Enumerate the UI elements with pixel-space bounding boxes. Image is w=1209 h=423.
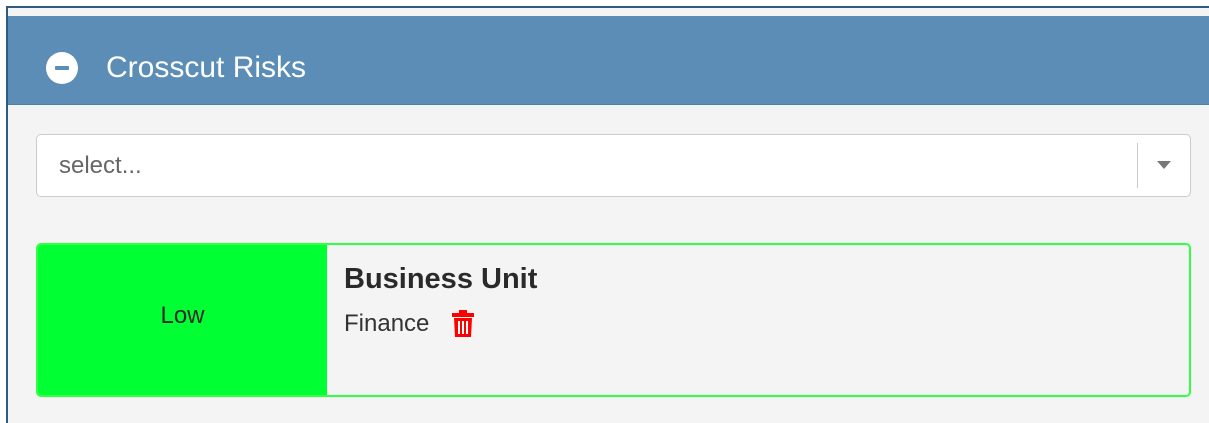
trash-icon[interactable] [451, 310, 475, 338]
risk-card: Low Business Unit Finance [36, 243, 1191, 397]
select-divider [1137, 143, 1138, 188]
risk-category-heading: Business Unit [344, 263, 538, 295]
risk-level-label: Low [160, 302, 205, 329]
risk-item-label: Finance [344, 310, 430, 337]
select-placeholder: select... [59, 152, 142, 179]
minus-circle-icon[interactable] [46, 52, 78, 84]
chevron-down-icon[interactable] [1157, 161, 1171, 169]
risk-level-badge: Low [38, 245, 327, 395]
panel-title: Crosscut Risks [106, 51, 307, 84]
risk-select-dropdown[interactable]: select... [36, 134, 1191, 197]
risk-card-body: Business Unit Finance [344, 261, 537, 339]
panel-header[interactable]: Crosscut Risks [8, 16, 1209, 105]
crosscut-risks-panel: Crosscut Risks select... Low Business Un… [6, 6, 1209, 423]
list-item: Finance [344, 309, 537, 339]
